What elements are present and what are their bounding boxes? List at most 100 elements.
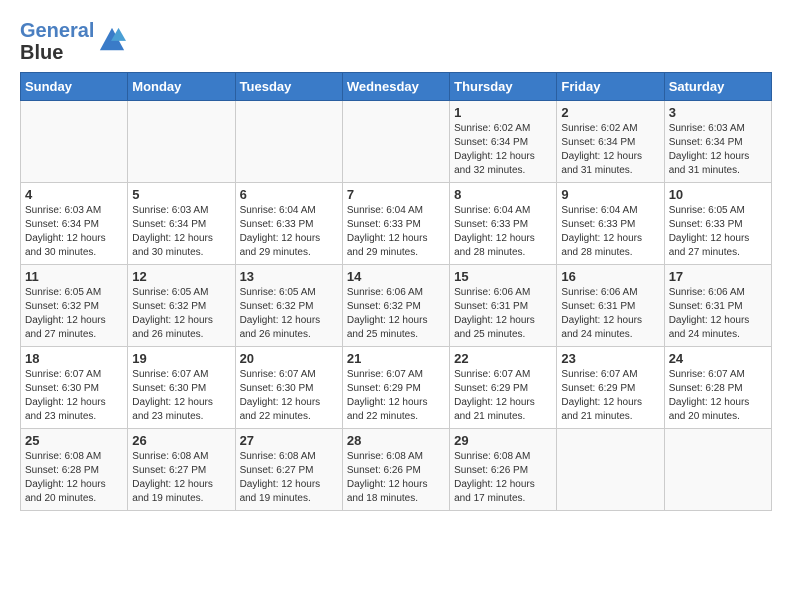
weekday-header-saturday: Saturday	[664, 73, 771, 101]
calendar-cell	[557, 429, 664, 511]
calendar-cell	[342, 101, 449, 183]
day-info: Sunrise: 6:05 AM Sunset: 6:33 PM Dayligh…	[669, 204, 767, 260]
calendar-cell: 19 Sunrise: 6:07 AM Sunset: 6:30 PM Dayli…	[128, 347, 235, 429]
weekday-header-friday: Friday	[557, 73, 664, 101]
calendar-cell: 15 Sunrise: 6:06 AM Sunset: 6:31 PM Dayli…	[450, 265, 557, 347]
calendar-cell: 21 Sunrise: 6:07 AM Sunset: 6:29 PM Dayli…	[342, 347, 449, 429]
calendar-cell: 2 Sunrise: 6:02 AM Sunset: 6:34 PM Daylig…	[557, 101, 664, 183]
day-number: 10	[669, 187, 767, 202]
calendar-cell: 8 Sunrise: 6:04 AM Sunset: 6:33 PM Daylig…	[450, 183, 557, 265]
calendar-table: SundayMondayTuesdayWednesdayThursdayFrid…	[20, 72, 772, 511]
calendar-cell: 27 Sunrise: 6:08 AM Sunset: 6:27 PM Dayli…	[235, 429, 342, 511]
day-number: 18	[25, 351, 123, 366]
day-number: 1	[454, 105, 552, 120]
calendar-cell: 9 Sunrise: 6:04 AM Sunset: 6:33 PM Daylig…	[557, 183, 664, 265]
day-number: 24	[669, 351, 767, 366]
day-number: 19	[132, 351, 230, 366]
calendar-cell: 1 Sunrise: 6:02 AM Sunset: 6:34 PM Daylig…	[450, 101, 557, 183]
day-info: Sunrise: 6:08 AM Sunset: 6:26 PM Dayligh…	[347, 450, 445, 506]
day-info: Sunrise: 6:03 AM Sunset: 6:34 PM Dayligh…	[132, 204, 230, 260]
calendar-cell: 3Sunrise: 6:03 AM Sunset: 6:34 PM Daylig…	[664, 101, 771, 183]
day-info: Sunrise: 6:06 AM Sunset: 6:31 PM Dayligh…	[561, 286, 659, 342]
day-number: 2	[561, 105, 659, 120]
day-info: Sunrise: 6:07 AM Sunset: 6:29 PM Dayligh…	[561, 368, 659, 424]
calendar-cell	[21, 101, 128, 183]
day-info: Sunrise: 6:05 AM Sunset: 6:32 PM Dayligh…	[132, 286, 230, 342]
calendar-cell: 29 Sunrise: 6:08 AM Sunset: 6:26 PM Dayli…	[450, 429, 557, 511]
day-info: Sunrise: 6:06 AM Sunset: 6:31 PM Dayligh…	[669, 286, 767, 342]
day-info: Sunrise: 6:06 AM Sunset: 6:31 PM Dayligh…	[454, 286, 552, 342]
calendar-cell: 18 Sunrise: 6:07 AM Sunset: 6:30 PM Dayli…	[21, 347, 128, 429]
day-info: Sunrise: 6:07 AM Sunset: 6:30 PM Dayligh…	[132, 368, 230, 424]
day-info: Sunrise: 6:08 AM Sunset: 6:27 PM Dayligh…	[132, 450, 230, 506]
day-info: Sunrise: 6:04 AM Sunset: 6:33 PM Dayligh…	[561, 204, 659, 260]
day-number: 15	[454, 269, 552, 284]
day-number: 21	[347, 351, 445, 366]
calendar-cell: 7 Sunrise: 6:04 AM Sunset: 6:33 PM Daylig…	[342, 183, 449, 265]
calendar-cell: 26 Sunrise: 6:08 AM Sunset: 6:27 PM Dayli…	[128, 429, 235, 511]
day-number: 14	[347, 269, 445, 284]
day-info: Sunrise: 6:07 AM Sunset: 6:29 PM Dayligh…	[454, 368, 552, 424]
day-info: Sunrise: 6:05 AM Sunset: 6:32 PM Dayligh…	[240, 286, 338, 342]
day-number: 25	[25, 433, 123, 448]
weekday-header-tuesday: Tuesday	[235, 73, 342, 101]
day-number: 13	[240, 269, 338, 284]
calendar-cell	[664, 429, 771, 511]
day-number: 8	[454, 187, 552, 202]
calendar-cell: 6 Sunrise: 6:04 AM Sunset: 6:33 PM Daylig…	[235, 183, 342, 265]
weekday-header-monday: Monday	[128, 73, 235, 101]
calendar-cell: 20 Sunrise: 6:07 AM Sunset: 6:30 PM Dayli…	[235, 347, 342, 429]
day-info: Sunrise: 6:07 AM Sunset: 6:29 PM Dayligh…	[347, 368, 445, 424]
day-info: Sunrise: 6:07 AM Sunset: 6:30 PM Dayligh…	[25, 368, 123, 424]
calendar-cell: 24 Sunrise: 6:07 AM Sunset: 6:28 PM Dayli…	[664, 347, 771, 429]
day-number: 12	[132, 269, 230, 284]
day-number: 4	[25, 187, 123, 202]
day-info: Sunrise: 6:03 AM Sunset: 6:34 PM Dayligh…	[669, 122, 767, 178]
day-number: 28	[347, 433, 445, 448]
calendar-cell: 5 Sunrise: 6:03 AM Sunset: 6:34 PM Daylig…	[128, 183, 235, 265]
day-number: 29	[454, 433, 552, 448]
calendar-cell	[235, 101, 342, 183]
weekday-header-wednesday: Wednesday	[342, 73, 449, 101]
calendar-cell: 16 Sunrise: 6:06 AM Sunset: 6:31 PM Dayli…	[557, 265, 664, 347]
calendar-cell: 25 Sunrise: 6:08 AM Sunset: 6:28 PM Dayli…	[21, 429, 128, 511]
calendar-cell: 14 Sunrise: 6:06 AM Sunset: 6:32 PM Dayli…	[342, 265, 449, 347]
weekday-header-thursday: Thursday	[450, 73, 557, 101]
calendar-cell: 10 Sunrise: 6:05 AM Sunset: 6:33 PM Dayli…	[664, 183, 771, 265]
calendar-cell: 17 Sunrise: 6:06 AM Sunset: 6:31 PM Dayli…	[664, 265, 771, 347]
day-number: 17	[669, 269, 767, 284]
calendar-cell: 11Sunrise: 6:05 AM Sunset: 6:32 PM Dayli…	[21, 265, 128, 347]
calendar-cell: 12 Sunrise: 6:05 AM Sunset: 6:32 PM Dayli…	[128, 265, 235, 347]
calendar-cell: 22 Sunrise: 6:07 AM Sunset: 6:29 PM Dayli…	[450, 347, 557, 429]
day-number: 20	[240, 351, 338, 366]
day-info: Sunrise: 6:04 AM Sunset: 6:33 PM Dayligh…	[240, 204, 338, 260]
day-number: 9	[561, 187, 659, 202]
calendar-cell: 13 Sunrise: 6:05 AM Sunset: 6:32 PM Dayli…	[235, 265, 342, 347]
day-info: Sunrise: 6:03 AM Sunset: 6:34 PM Dayligh…	[25, 204, 123, 260]
day-number: 7	[347, 187, 445, 202]
day-info: Sunrise: 6:02 AM Sunset: 6:34 PM Dayligh…	[561, 122, 659, 178]
logo-icon	[98, 26, 126, 54]
weekday-header-sunday: Sunday	[21, 73, 128, 101]
calendar-cell: 4 Sunrise: 6:03 AM Sunset: 6:34 PM Daylig…	[21, 183, 128, 265]
day-number: 26	[132, 433, 230, 448]
day-info: Sunrise: 6:08 AM Sunset: 6:28 PM Dayligh…	[25, 450, 123, 506]
day-number: 27	[240, 433, 338, 448]
day-info: Sunrise: 6:05 AM Sunset: 6:32 PM Dayligh…	[25, 286, 123, 342]
day-info: Sunrise: 6:04 AM Sunset: 6:33 PM Dayligh…	[454, 204, 552, 260]
day-info: Sunrise: 6:07 AM Sunset: 6:28 PM Dayligh…	[669, 368, 767, 424]
day-info: Sunrise: 6:02 AM Sunset: 6:34 PM Dayligh…	[454, 122, 552, 178]
day-number: 6	[240, 187, 338, 202]
day-number: 22	[454, 351, 552, 366]
day-info: Sunrise: 6:08 AM Sunset: 6:27 PM Dayligh…	[240, 450, 338, 506]
calendar-cell: 23 Sunrise: 6:07 AM Sunset: 6:29 PM Dayli…	[557, 347, 664, 429]
day-number: 23	[561, 351, 659, 366]
day-info: Sunrise: 6:06 AM Sunset: 6:32 PM Dayligh…	[347, 286, 445, 342]
day-info: Sunrise: 6:08 AM Sunset: 6:26 PM Dayligh…	[454, 450, 552, 506]
day-info: Sunrise: 6:04 AM Sunset: 6:33 PM Dayligh…	[347, 204, 445, 260]
day-number: 5	[132, 187, 230, 202]
logo: GeneralBlue	[20, 20, 126, 64]
day-number: 16	[561, 269, 659, 284]
calendar-cell: 28 Sunrise: 6:08 AM Sunset: 6:26 PM Dayli…	[342, 429, 449, 511]
day-info: Sunrise: 6:07 AM Sunset: 6:30 PM Dayligh…	[240, 368, 338, 424]
